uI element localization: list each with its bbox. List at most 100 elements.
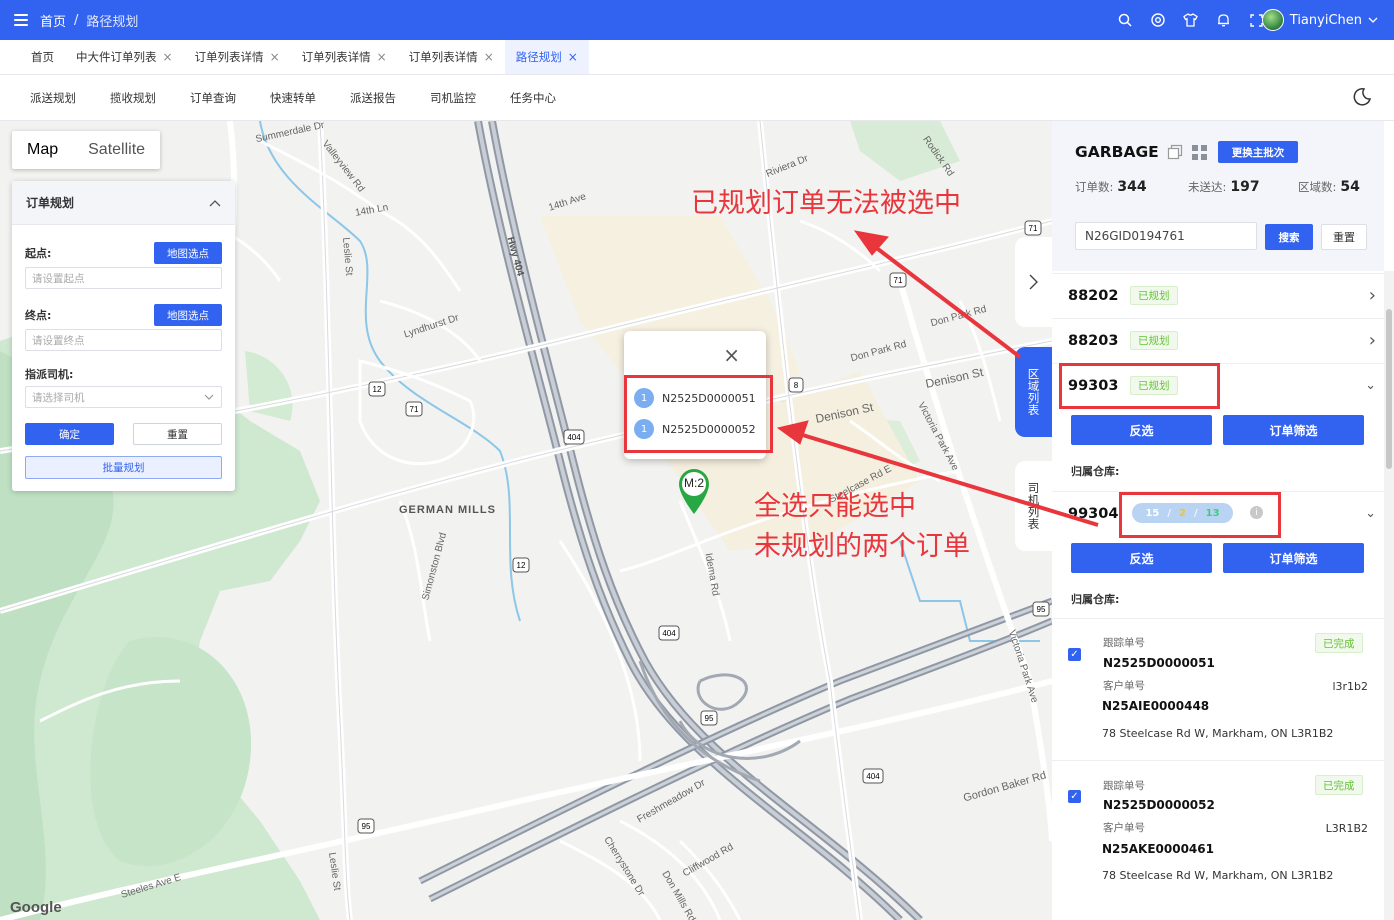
order-checkbox[interactable]: ✓ [1068,790,1081,803]
close-icon[interactable]: × [270,50,280,64]
sub-menu: 派送规划 揽收规划 订单查询 快速转单 派送报告 司机监控 任务中心 [0,75,1394,121]
hamburger-menu-icon[interactable] [14,14,28,26]
shirt-icon[interactable] [1183,13,1198,28]
search-icon[interactable] [1117,13,1132,28]
tab-label: 路径规划 [515,50,562,64]
copy-icon[interactable] [1167,144,1183,160]
batch-summary: GARBAGE 更换主批次 订单数: 344 未送达: 197 区域数: 54 N26… [1052,121,1384,271]
tracking-label: 跟踪单号 [1103,780,1145,792]
order-filter-button[interactable]: 订单筛选 [1223,543,1364,573]
submenu-item[interactable]: 派送报告 [350,90,396,106]
stat-value: 344 [1117,179,1147,195]
header-icon-group [1117,0,1264,40]
region-row[interactable]: 88202 已规划 › [1052,273,1384,317]
stat-value: 54 [1340,179,1360,195]
user-menu[interactable]: TianyiChen [1261,0,1378,40]
stat-regions: 区域数: 54 [1298,179,1360,195]
start-pick-on-map-button[interactable]: 地图选点 [154,242,222,264]
tab-region-list[interactable]: 区 域 列 表 [1015,347,1052,437]
warehouse-label: 归属仓库: [1071,465,1120,478]
region-action-buttons: 反选 订单筛选 [1071,415,1364,445]
postal-code: L3R1B2 [1325,822,1368,835]
chevron-right-icon[interactable]: › [1369,285,1376,306]
tab-home[interactable]: 首页 [20,40,65,74]
order-planning-panel: 订单规划 起点: 地图选点 请设置起点 终点: 地图选点 请设置终点 指派司机:… [12,181,235,491]
map-type-satellite-button[interactable]: Satellite [73,131,160,169]
scrollbar-thumb[interactable] [1386,309,1392,469]
submenu-item[interactable]: 订单查询 [190,90,236,106]
search-input[interactable]: N26GID0194761 [1075,222,1257,250]
end-input[interactable]: 请设置终点 [25,329,222,351]
tab-page[interactable]: 中大件订单列表 × [65,40,184,74]
status-badge: 已规划 [1130,331,1178,350]
order-planning-header[interactable]: 订单规划 [12,181,235,225]
annotation-note-top: 已规划订单无法被选中 [691,188,961,219]
order-card[interactable]: ✓ 跟踪单号 已完成 N2525D0000052 客户单号 L3R1B2 N25… [1052,760,1384,894]
tracking-label: 跟踪单号 [1103,637,1145,649]
tracking-number: N2525D0000052 [1103,798,1215,812]
chevron-down-icon[interactable]: ⌄ [1365,378,1376,393]
end-pick-on-map-button[interactable]: 地图选点 [154,304,222,326]
panel-collapse-button[interactable] [1015,237,1052,327]
region-row[interactable]: 88203 已规划 › [1052,318,1384,362]
tab-driver-list[interactable]: 司 机 列 表 [1015,461,1052,551]
map-type-map-button[interactable]: Map [12,131,73,169]
stat-value: 197 [1230,179,1260,195]
top-header: 首页 / 路径规划 TianyiChen [0,0,1394,40]
close-icon[interactable]: × [163,50,173,64]
chevron-up-icon[interactable] [209,199,221,207]
batch-plan-button[interactable]: 批量规划 [25,456,222,479]
close-icon[interactable]: × [723,345,740,365]
submenu-item[interactable]: 任务中心 [510,90,556,106]
region-id: 88203 [1068,332,1119,349]
customer-label: 客户单号 [1103,680,1145,692]
area-label: GERMAN MILLS [399,504,496,516]
order-filter-button[interactable]: 订单筛选 [1223,415,1364,445]
close-icon[interactable]: × [377,50,387,64]
grid-icon[interactable] [1192,145,1207,160]
close-icon[interactable]: × [484,50,494,64]
tab-route-planning[interactable]: 路径规划 × [504,40,589,74]
search-button[interactable]: 搜索 [1265,224,1313,250]
chevron-down-icon[interactable]: ⌄ [1365,506,1376,521]
user-name: TianyiChen [1289,12,1362,28]
submenu-item[interactable]: 揽收规划 [110,90,156,106]
customer-number: N25AIE0000448 [1102,699,1210,713]
close-icon[interactable]: × [568,50,578,64]
moon-icon[interactable] [1352,87,1372,107]
scrollbar[interactable] [1384,271,1394,920]
support-icon[interactable] [1150,13,1165,28]
submenu-item[interactable]: 司机监控 [430,90,476,106]
order-card[interactable]: ✓ 跟踪单号 已完成 N2525D0000051 客户单号 l3r1b2 N25… [1052,618,1384,752]
annotation-box-count-pill [1119,492,1281,538]
breadcrumb-home[interactable]: 首页 [40,11,66,30]
invert-select-button[interactable]: 反选 [1071,415,1212,445]
region-id: 88202 [1068,287,1119,304]
tab-page[interactable]: 订单列表详情 × [291,40,398,74]
reset-button[interactable]: 重置 [133,423,222,445]
order-checkbox[interactable]: ✓ [1068,648,1081,661]
start-label: 起点: [25,247,52,260]
search-reset-button[interactable]: 重置 [1321,224,1367,250]
tab-page[interactable]: 订单列表详情 × [398,40,505,74]
route-shield: 404 [567,433,581,442]
chevron-right-icon[interactable]: › [1369,330,1376,351]
bell-icon[interactable] [1216,13,1231,28]
start-input[interactable]: 请设置起点 [25,267,222,289]
switch-batch-button[interactable]: 更换主批次 [1218,141,1298,163]
stat-label: 订单数: [1075,180,1114,194]
chevron-right-icon [1029,274,1038,290]
invert-select-button[interactable]: 反选 [1071,543,1212,573]
map-marker[interactable]: M:2 [677,467,711,515]
driver-select[interactable]: 请选择司机 [25,386,222,408]
tab-page[interactable]: 订单列表详情 × [184,40,291,74]
annotation-box-planned-region [1059,363,1220,409]
stat-orders: 订单数: 344 [1075,179,1147,195]
batch-title: GARBAGE [1075,143,1159,161]
warehouse-label: 归属仓库: [1071,593,1120,606]
submenu-item[interactable]: 快速转单 [270,90,316,106]
confirm-button[interactable]: 确定 [25,423,114,445]
tab-label: 中大件订单列表 [76,50,157,64]
submenu-item[interactable]: 派送规划 [30,90,76,106]
annotation-box-popup [624,375,773,453]
